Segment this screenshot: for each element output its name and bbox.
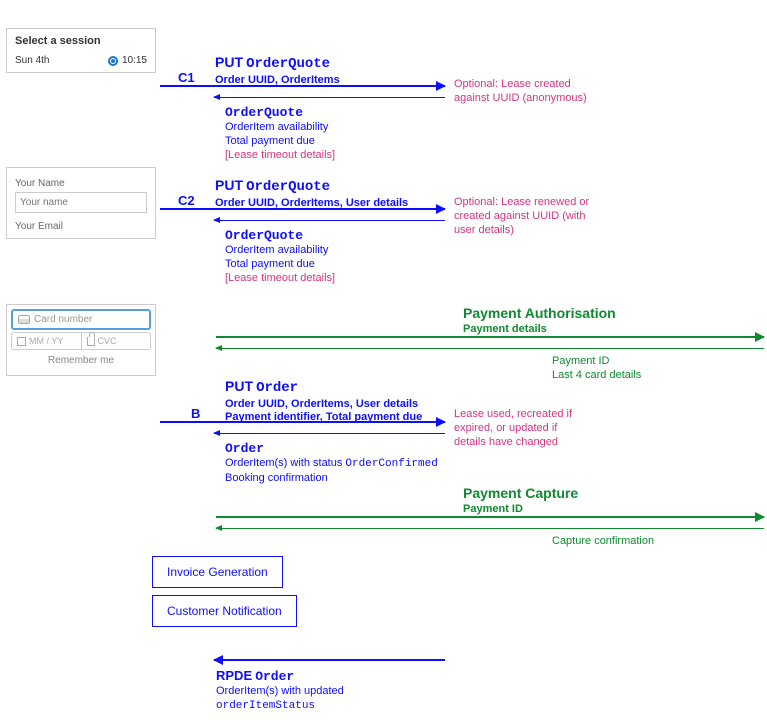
c2-resp3: [Lease timeout details] [225,272,335,284]
email-label: Your Email [15,221,147,232]
c1-resp1: OrderItem availability [225,121,328,133]
card-number-field[interactable]: Card number [11,309,151,330]
rpde-l2: OrderItem(s) with updated [216,685,344,697]
c2-note: Optional: Lease renewed or created again… [454,196,589,237]
pauth-resp-text: Payment ID Last 4 card details [552,355,641,383]
label-c1: C1 [178,70,195,85]
name-label: Your Name [15,178,147,189]
b-method: PUT [225,378,253,394]
c1-note2: against UUID (anonymous) [454,92,587,104]
c1-detail: Order UUID, OrderItems [215,74,340,86]
calendar-icon [17,337,26,346]
pauth-text: Payment Authorisation Payment details [463,305,616,337]
invoice-box: Invoice Generation [152,556,283,588]
c1-resp-text: OrderQuote OrderItem availability Total … [225,105,335,163]
c2-resp-text: OrderQuote OrderItem availability Total … [225,228,335,286]
cvc-placeholder: CVC [98,336,117,346]
b-note2: expired, or updated if [454,422,557,434]
session-title: Select a session [15,35,147,47]
c1-note: Optional: Lease created against UUID (an… [454,78,587,106]
b-resp1a: OrderItem(s) with status [225,457,342,469]
pauth-resp2: Last 4 card details [552,369,641,381]
c1-method: PUT [215,54,243,70]
mockup-user: Your Name Your Email [6,167,156,239]
b-note: Lease used, recreated if expired, or upd… [454,408,572,449]
c1-type: OrderQuote [246,56,330,72]
b-resp2: Booking confirmation [225,472,328,484]
c2-note3: user details) [454,224,514,236]
exp-placeholder: MM / YY [29,336,63,346]
pcap-detail: Payment ID [463,503,523,515]
card-icon [18,315,30,324]
c2-note2: created against UUID (with [454,210,585,222]
mockup-session: Select a session Sun 4th 10:15 [6,28,156,73]
b-resp-text: Order OrderItem(s) with status OrderConf… [225,441,438,486]
c2-resp-type: OrderQuote [225,228,303,243]
pauth-resp1: Payment ID [552,355,609,367]
c1-resp3: [Lease timeout details] [225,149,335,161]
b-note1: Lease used, recreated if [454,408,572,420]
c2-method: PUT [215,177,243,193]
pauth-title: Payment Authorisation [463,305,616,321]
rpde-l1a: RPDE [216,668,252,683]
b-type: Order [256,380,298,396]
remember-me: Remember me [11,350,151,371]
b-resp-type: Order [225,441,264,456]
c1-req-text: PUT OrderQuote Order UUID, OrderItems [215,54,340,87]
rpde-text: RPDE Order OrderItem(s) with updated ord… [216,668,344,714]
c1-resp2: Total payment due [225,135,315,147]
cvc-field[interactable]: CVC [81,333,151,349]
card-placeholder: Card number [34,314,92,325]
c1-note1: Optional: Lease created [454,78,571,90]
c2-resp1: OrderItem availability [225,244,328,256]
pauth-detail: Payment details [463,323,547,335]
name-input[interactable] [15,192,147,213]
c2-type: OrderQuote [246,179,330,195]
session-time: 10:15 [122,55,147,66]
pcap-title: Payment Capture [463,485,578,501]
lock-icon [87,337,95,346]
session-row: Sun 4th 10:15 [15,55,147,66]
radio-icon [108,56,118,66]
b-note3: details have changed [454,436,558,448]
label-c2: C2 [178,193,195,208]
label-b: B [191,406,200,421]
notify-box: Customer Notification [152,595,297,627]
c2-note1: Optional: Lease renewed or [454,196,589,208]
b-req1: Order UUID, OrderItems, User details [225,398,418,410]
b-req-text: PUT Order Order UUID, OrderItems, User d… [225,378,422,425]
mockup-payment: Card number MM / YY CVC Remember me [6,304,156,376]
pcap-text: Payment Capture Payment ID [463,485,578,517]
pcap-resp-text: Capture confirmation [552,535,654,549]
rpde-l1b: Order [255,669,294,684]
c1-resp-type: OrderQuote [225,105,303,120]
c2-resp2: Total payment due [225,258,315,270]
c2-detail: Order UUID, OrderItems, User details [215,197,408,209]
session-day: Sun 4th [15,55,49,66]
c2-req-text: PUT OrderQuote Order UUID, OrderItems, U… [215,177,408,210]
b-resp1b: OrderConfirmed [345,458,437,470]
expiry-field[interactable]: MM / YY [12,333,81,349]
rpde-l3: orderItemStatus [216,700,315,712]
